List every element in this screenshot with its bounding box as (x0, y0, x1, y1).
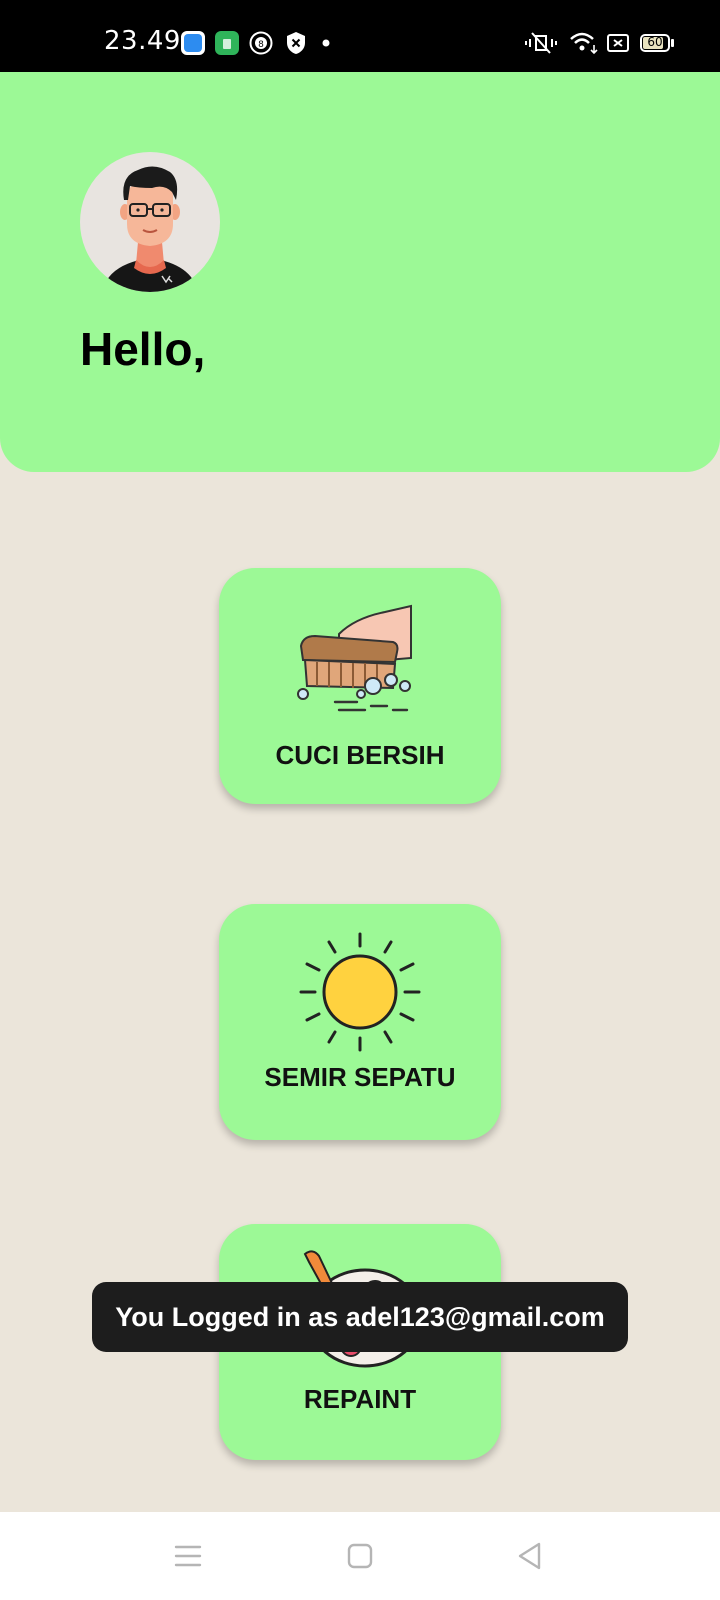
battery-tip (671, 39, 674, 47)
user-avatar-icon (102, 166, 198, 292)
wifi-icon (570, 32, 598, 55)
notification-8-icon: 8 (249, 31, 273, 55)
service-card-cuci-bersih[interactable]: CUCI BERSIH (219, 568, 501, 804)
service-label: REPAINT (303, 1384, 417, 1414)
greeting-text: Hello, (80, 323, 206, 375)
app-icon-green (215, 31, 239, 55)
menu-icon[interactable] (172, 1540, 204, 1572)
sun-icon (299, 932, 421, 1052)
vibrate-mute-icon (525, 32, 557, 54)
navigation-bar (0, 1512, 720, 1600)
home-square-icon[interactable] (344, 1540, 376, 1572)
header-panel: Hello, (0, 72, 720, 472)
battery-icon: 60 (640, 34, 670, 52)
sim-x-icon (607, 34, 629, 52)
battery-level: 60 (647, 35, 663, 49)
service-label: SEMIR SEPATU (264, 1062, 456, 1092)
shield-x-icon (287, 32, 305, 54)
app-icon-blue (181, 31, 205, 55)
avatar[interactable] (80, 152, 220, 292)
status-time: 23.49 (104, 26, 181, 56)
dot-icon (322, 39, 330, 47)
service-label: CUCI BERSIH (275, 740, 445, 770)
login-toast: You Logged in as adel123@gmail.com (92, 1282, 628, 1352)
service-card-semir-sepatu[interactable]: SEMIR SEPATU (219, 904, 501, 1140)
status-bar: 23.49 8 60 (0, 0, 720, 72)
scrub-brush-icon (297, 604, 412, 712)
svg-text:8: 8 (258, 40, 264, 50)
back-triangle-icon[interactable] (514, 1540, 546, 1572)
